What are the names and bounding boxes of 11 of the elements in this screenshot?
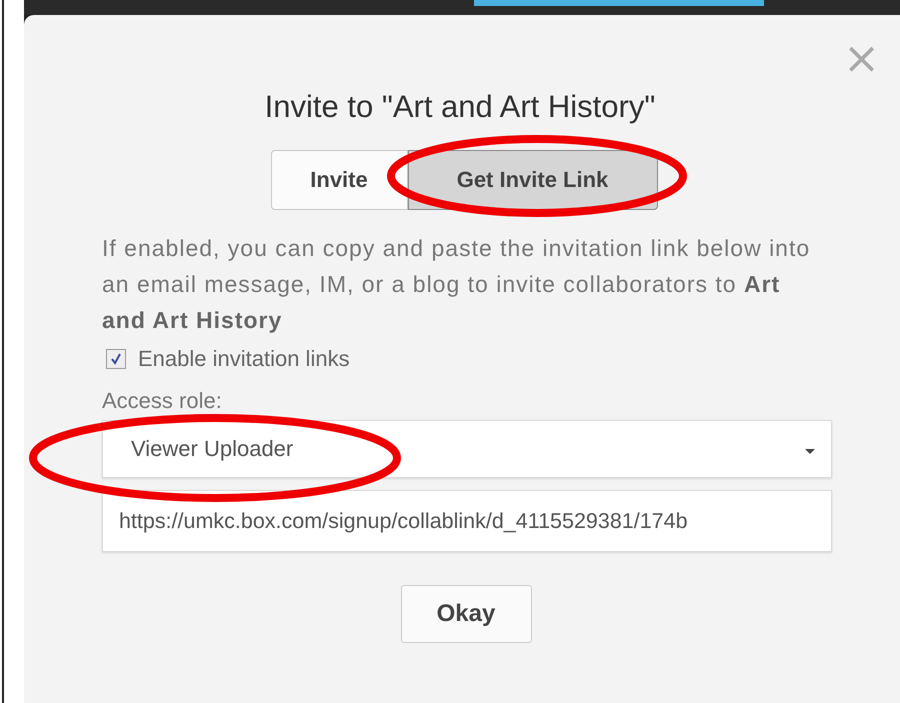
dialog-title: Invite to "Art and Art History" <box>264 88 656 126</box>
caret-icon <box>805 449 815 454</box>
check-icon <box>109 352 123 366</box>
checkbox-label: Enable invitation links <box>138 346 350 372</box>
access-role-dropdown[interactable]: Viewer Uploader <box>102 420 832 478</box>
link-field[interactable]: https://umkc.box.com/signup/collablink/d_4115529381/174b <box>102 490 832 552</box>
okay-button[interactable]: Okay <box>400 585 532 643</box>
description-text: If enabled, you can copy and paste the invitation link below into an email message, IM, or a blog to invite collaborators to Art and Art History <box>102 234 812 335</box>
checkbox[interactable] <box>106 349 126 369</box>
field-label: Access role: <box>102 388 222 414</box>
tab[interactable]: Invite <box>270 150 408 210</box>
